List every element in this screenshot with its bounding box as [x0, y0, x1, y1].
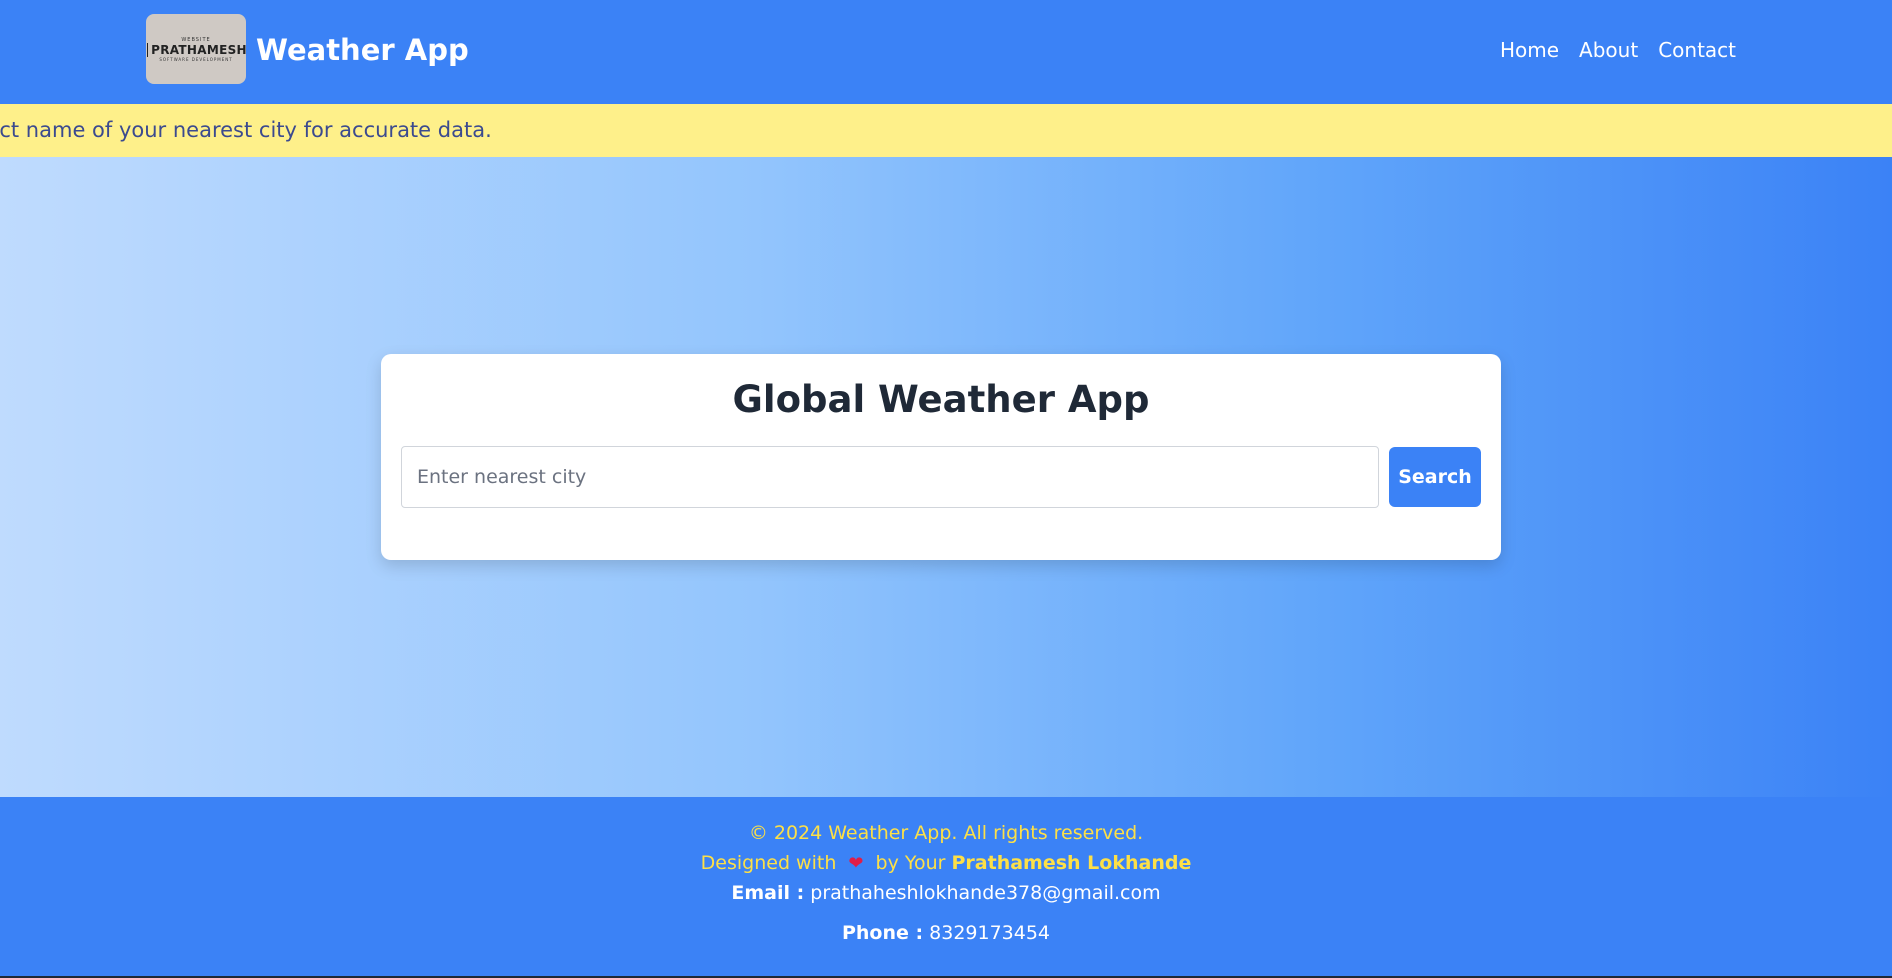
notice-text: rrect name of your nearest city for accu…: [0, 118, 492, 142]
author-name: Prathamesh Lokhande: [951, 852, 1192, 874]
heart-icon: ❤: [848, 853, 864, 874]
nav-contact-link[interactable]: Contact: [1658, 36, 1736, 64]
site-footer: © 2024 Weather App. All rights reserved.…: [0, 797, 1892, 978]
site-header: WEBSITE PRATHAMESH SOFTWARE DEVELOPMENT …: [0, 0, 1892, 104]
copyright-text: © 2024 Weather App. All rights reserved.: [748, 822, 1144, 844]
main-nav: Home About Contact: [1500, 36, 1736, 64]
search-card: Global Weather App Search: [381, 354, 1501, 560]
page-title: Global Weather App: [732, 378, 1150, 421]
notice-marquee: rrect name of your nearest city for accu…: [0, 104, 1892, 157]
phone-label: Phone :: [841, 922, 924, 944]
email-value[interactable]: prathaheshlokhande378@gmail.com: [810, 882, 1160, 904]
logo-sub-text: SOFTWARE DEVELOPMENT: [159, 56, 233, 62]
email-line: Email : prathaheshlokhande378@gmail.com: [0, 880, 1892, 906]
brand-title[interactable]: Weather App: [256, 30, 469, 70]
designed-by-line: Designed with ❤ by Your Prathamesh Lokha…: [0, 850, 1892, 877]
logo-image[interactable]: WEBSITE PRATHAMESH SOFTWARE DEVELOPMENT: [146, 14, 246, 84]
search-button[interactable]: Search: [1389, 447, 1481, 507]
nav-home-link[interactable]: Home: [1500, 36, 1559, 64]
main-section: Global Weather App Search: [0, 157, 1892, 797]
city-search-input[interactable]: [401, 446, 1379, 508]
logo-main-text: PRATHAMESH: [146, 42, 246, 57]
email-label: Email :: [731, 882, 805, 904]
designed-middle: by Your: [875, 852, 946, 874]
phone-value[interactable]: 8329173454: [929, 922, 1050, 944]
designed-prefix: Designed with: [700, 852, 837, 874]
phone-line: Phone : 8329173454: [0, 920, 1892, 946]
nav-about-link[interactable]: About: [1579, 36, 1638, 64]
